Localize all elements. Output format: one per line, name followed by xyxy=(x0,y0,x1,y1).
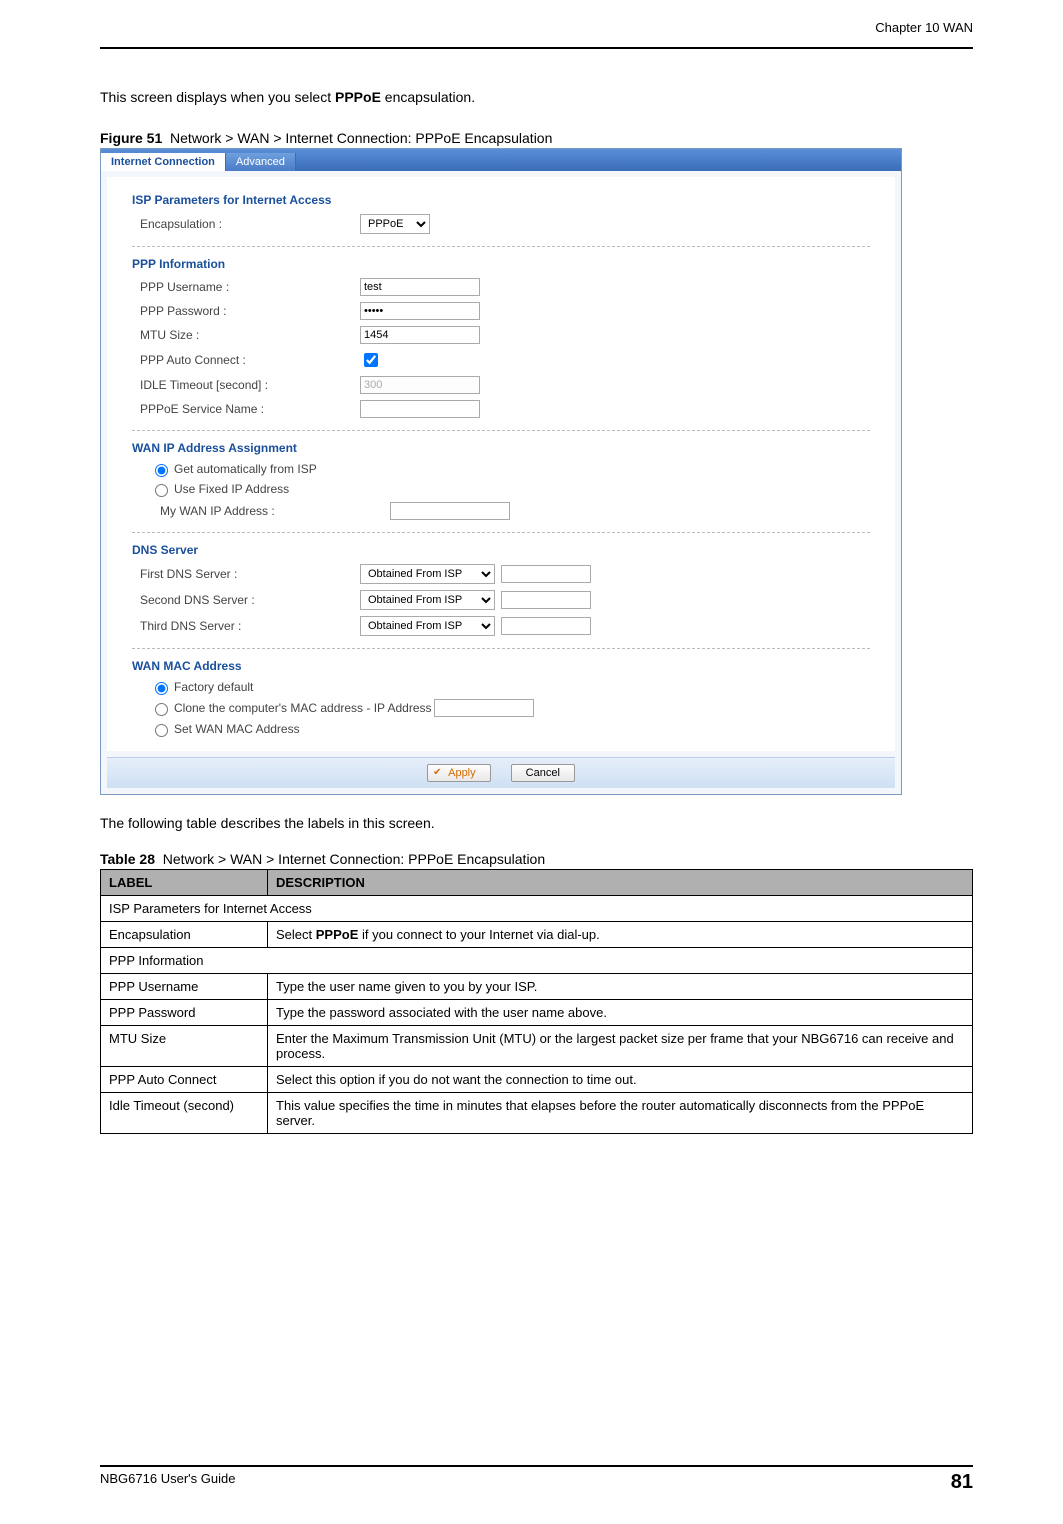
dns3-input[interactable] xyxy=(501,617,591,635)
table-cell-label: Encapsulation xyxy=(101,922,268,948)
tab-internet-connection[interactable]: Internet Connection xyxy=(101,153,226,171)
mywanip-input[interactable] xyxy=(390,502,510,520)
table-caption-text: Network > WAN > Internet Connection: PPP… xyxy=(163,851,545,867)
footer-guide: NBG6716 User's Guide xyxy=(100,1471,235,1494)
section-wanip-header: WAN IP Address Assignment xyxy=(132,435,870,459)
table-cell-label: PPP Username xyxy=(101,974,268,1000)
screenshot-panel: Internet Connection Advanced ISP Paramet… xyxy=(100,148,902,795)
table-cell-label: PPP Auto Connect xyxy=(101,1067,268,1093)
divider xyxy=(132,429,870,431)
ppp-password-label: PPP Password : xyxy=(132,304,360,318)
table-cell-span: ISP Parameters for Internet Access xyxy=(101,896,973,922)
idle-timeout-label: IDLE Timeout [second] : xyxy=(132,378,360,392)
figure-caption: Figure 51 Network > WAN > Internet Conne… xyxy=(100,130,973,146)
tab-bar: Internet Connection Advanced xyxy=(101,149,901,171)
auto-connect-label: PPP Auto Connect : xyxy=(132,353,360,367)
mac-set-radio[interactable] xyxy=(155,724,168,737)
ppp-username-label: PPP Username : xyxy=(132,280,360,294)
mac-clone-input[interactable] xyxy=(434,699,534,717)
dns1-select[interactable]: Obtained From ISP xyxy=(360,564,495,584)
table-row: PPP PasswordType the password associated… xyxy=(101,1000,973,1026)
section-ppp-header: PPP Information xyxy=(132,251,870,275)
table-row: PPP Information xyxy=(101,948,973,974)
mac-factory-radio[interactable] xyxy=(155,682,168,695)
panel-body: ISP Parameters for Internet Access Encap… xyxy=(107,177,895,751)
wanip-auto-label: Get automatically from ISP xyxy=(174,462,317,476)
service-name-input[interactable] xyxy=(360,400,480,418)
figure-caption-text: Network > WAN > Internet Connection: PPP… xyxy=(170,130,552,146)
th-label: LABEL xyxy=(101,870,268,896)
table-cell-desc: Select PPPoE if you connect to your Inte… xyxy=(268,922,973,948)
table-row: EncapsulationSelect PPPoE if you connect… xyxy=(101,922,973,948)
table-cell-desc: This value specifies the time in minutes… xyxy=(268,1093,973,1134)
dns3-label: Third DNS Server : xyxy=(132,619,360,633)
wanip-fixed-label: Use Fixed IP Address xyxy=(174,482,289,496)
table-row: ISP Parameters for Internet Access xyxy=(101,896,973,922)
dns1-input[interactable] xyxy=(501,565,591,583)
chapter-header: Chapter 10 WAN xyxy=(100,20,973,37)
mywanip-label: My WAN IP Address : xyxy=(132,504,380,518)
table-cell-desc: Type the password associated with the us… xyxy=(268,1000,973,1026)
auto-connect-checkbox[interactable] xyxy=(364,353,378,367)
dns3-select[interactable]: Obtained From ISP xyxy=(360,616,495,636)
button-bar: Apply Cancel xyxy=(107,757,895,788)
tab-advanced[interactable]: Advanced xyxy=(226,153,296,171)
table-row: PPP UsernameType the user name given to … xyxy=(101,974,973,1000)
dns2-label: Second DNS Server : xyxy=(132,593,360,607)
section-mac-header: WAN MAC Address xyxy=(132,653,870,677)
mac-set-label: Set WAN MAC Address xyxy=(174,722,300,736)
table-cell-span: PPP Information xyxy=(101,948,973,974)
mtu-label: MTU Size : xyxy=(132,328,360,342)
divider xyxy=(132,245,870,247)
table-label: Table 28 xyxy=(100,851,155,867)
intro-bold: PPPoE xyxy=(335,89,381,105)
after-text: The following table describes the labels… xyxy=(100,815,973,831)
page-footer: NBG6716 User's Guide 81 xyxy=(100,1465,973,1494)
mac-factory-label: Factory default xyxy=(174,680,253,694)
table-cell-label: PPP Password xyxy=(101,1000,268,1026)
mac-clone-radio[interactable] xyxy=(155,703,168,716)
wanip-auto-radio[interactable] xyxy=(155,464,168,477)
ppp-password-input[interactable] xyxy=(360,302,480,320)
intro-suffix: encapsulation. xyxy=(381,89,475,105)
dns2-select[interactable]: Obtained From ISP xyxy=(360,590,495,610)
table-cell-desc: Enter the Maximum Transmission Unit (MTU… xyxy=(268,1026,973,1067)
dns1-label: First DNS Server : xyxy=(132,567,360,581)
apply-button[interactable]: Apply xyxy=(427,764,491,782)
table-row: MTU SizeEnter the Maximum Transmission U… xyxy=(101,1026,973,1067)
dns2-input[interactable] xyxy=(501,591,591,609)
table-cell-desc: Select this option if you do not want th… xyxy=(268,1067,973,1093)
intro-prefix: This screen displays when you select xyxy=(100,89,335,105)
table-row: PPP Auto ConnectSelect this option if yo… xyxy=(101,1067,973,1093)
divider xyxy=(132,531,870,533)
table-cell-label: MTU Size xyxy=(101,1026,268,1067)
table-cell-desc: Type the user name given to you by your … xyxy=(268,974,973,1000)
ppp-username-input[interactable] xyxy=(360,278,480,296)
table-row: Idle Timeout (second)This value specifie… xyxy=(101,1093,973,1134)
wanip-fixed-radio[interactable] xyxy=(155,484,168,497)
figure-label: Figure 51 xyxy=(100,130,162,146)
encapsulation-label: Encapsulation : xyxy=(132,217,360,231)
service-name-label: PPPoE Service Name : xyxy=(132,402,360,416)
table-caption: Table 28 Network > WAN > Internet Connec… xyxy=(100,851,973,867)
header-rule xyxy=(100,47,973,49)
mtu-input[interactable] xyxy=(360,326,480,344)
table-cell-label: Idle Timeout (second) xyxy=(101,1093,268,1134)
intro-text: This screen displays when you select PPP… xyxy=(100,89,973,105)
encapsulation-select[interactable]: PPPoE xyxy=(360,214,430,234)
description-table: LABEL DESCRIPTION ISP Parameters for Int… xyxy=(100,869,973,1134)
section-dns-header: DNS Server xyxy=(132,537,870,561)
page-number: 81 xyxy=(951,1471,973,1494)
section-isp-header: ISP Parameters for Internet Access xyxy=(132,187,870,211)
mac-clone-label: Clone the computer's MAC address - IP Ad… xyxy=(174,701,432,715)
th-description: DESCRIPTION xyxy=(268,870,973,896)
idle-timeout-input xyxy=(360,376,480,394)
divider xyxy=(132,647,870,649)
cancel-button[interactable]: Cancel xyxy=(511,764,575,782)
